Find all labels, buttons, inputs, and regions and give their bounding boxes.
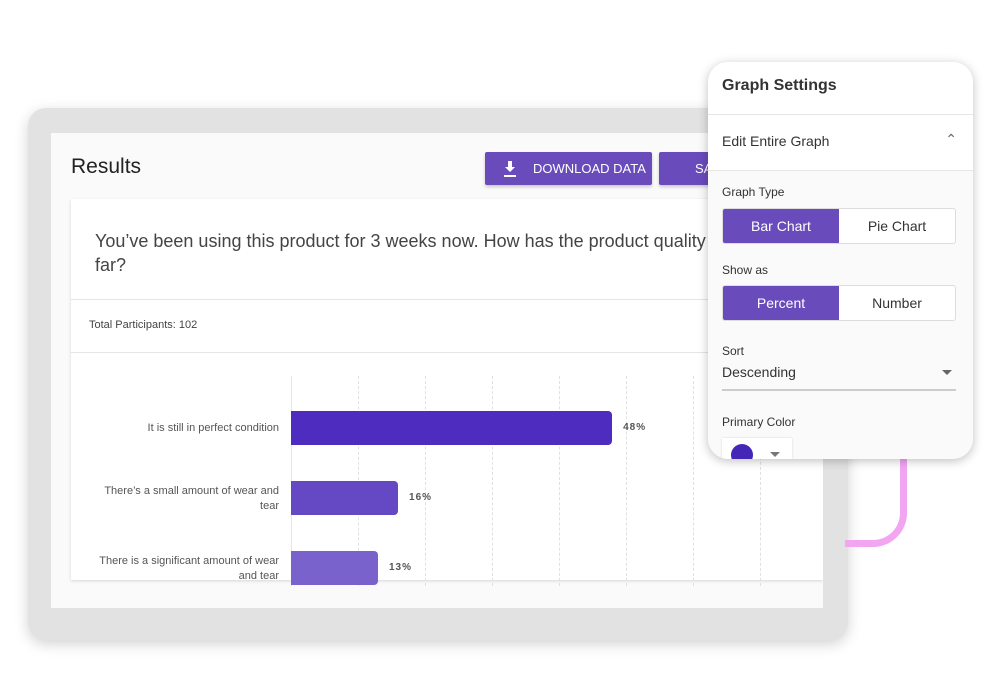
graph-settings-panel: Graph Settings Edit Entire Graph ⌃ Graph… xyxy=(708,62,973,459)
page-title: Results xyxy=(71,155,142,178)
color-swatch xyxy=(731,444,753,459)
sort-value: Descending xyxy=(722,364,796,380)
bar[interactable] xyxy=(291,481,399,515)
dropdown-arrow-icon xyxy=(942,370,952,380)
download-data-label: DOWNLOAD DATA xyxy=(533,161,646,176)
section-label: Edit Entire Graph xyxy=(722,133,830,149)
show-as-label: Show as xyxy=(722,263,769,277)
bar[interactable] xyxy=(291,551,378,585)
dropdown-arrow-icon xyxy=(770,452,780,459)
percent-option[interactable]: Percent xyxy=(723,286,839,320)
bar-chart-option[interactable]: Bar Chart xyxy=(723,209,839,243)
value-label: 13% xyxy=(388,562,412,573)
category-label: It is still in perfect condition xyxy=(147,422,279,434)
value-label: 48% xyxy=(623,422,647,433)
total-participants: Total Participants: 102 xyxy=(89,319,198,331)
edit-entire-graph-toggle[interactable]: Edit Entire Graph ⌃ xyxy=(708,115,973,171)
graph-type-toggle: Bar Chart Pie Chart xyxy=(722,208,956,244)
number-option[interactable]: Number xyxy=(839,286,955,320)
chevron-up-icon: ⌃ xyxy=(945,131,957,147)
gridline xyxy=(425,376,426,586)
panel-title: Graph Settings xyxy=(708,62,973,115)
bar[interactable] xyxy=(291,411,613,445)
download-icon xyxy=(504,160,516,177)
decorative-connector xyxy=(845,455,907,547)
download-data-button[interactable]: DOWNLOAD DATA xyxy=(485,152,652,185)
show-as-toggle: Percent Number xyxy=(722,285,956,321)
gridline xyxy=(492,376,493,586)
value-label: 16% xyxy=(409,492,433,503)
sort-label: Sort xyxy=(722,344,745,358)
gridline xyxy=(693,376,694,586)
gridline xyxy=(626,376,627,586)
gridline xyxy=(559,376,560,586)
primary-color-label: Primary Color xyxy=(722,415,796,429)
sort-select[interactable]: Descending xyxy=(722,364,956,391)
category-label: There is a significant amount of wear an… xyxy=(99,555,279,582)
primary-color-picker[interactable] xyxy=(722,438,792,459)
category-label: There’s a small amount of wear and tear xyxy=(104,485,279,512)
question-text: You’ve been using this product for 3 wee… xyxy=(95,231,794,275)
pie-chart-option[interactable]: Pie Chart xyxy=(839,209,955,243)
graph-type-label: Graph Type xyxy=(722,185,785,199)
